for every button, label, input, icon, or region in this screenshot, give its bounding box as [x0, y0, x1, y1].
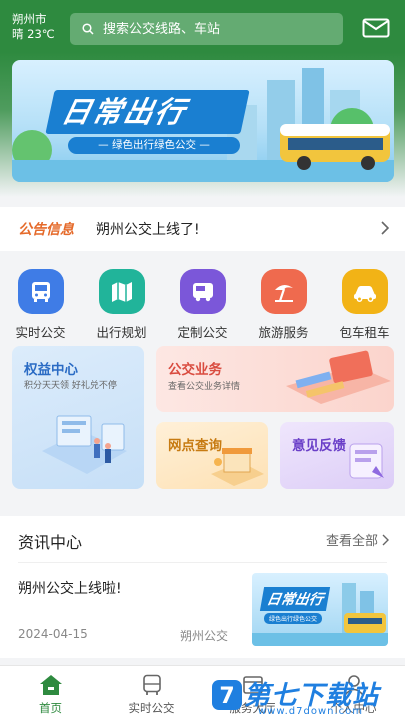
business-illustration	[286, 350, 391, 404]
watermark: 7 第七下载站 www.d7down.com	[210, 676, 400, 720]
notice-tag: 公告信息	[18, 222, 74, 238]
banner-subtitle: — 绿色出行绿色公交 —	[68, 137, 240, 154]
outlet-illustration	[211, 448, 264, 486]
watermark-logo-icon: 7	[212, 680, 242, 710]
promo-banner[interactable]: 日常出行 — 绿色出行绿色公交 —	[12, 60, 394, 182]
quick-item-label: 定制公交	[177, 325, 228, 340]
quick-item-travel[interactable]: 旅游服务	[243, 261, 324, 341]
news-heading: 资讯中心	[18, 533, 83, 552]
bus-icon	[17, 269, 64, 314]
news-title: 朔州公交上线啦!	[18, 581, 122, 597]
notice-text: 朔州公交上线了!	[96, 222, 200, 238]
quick-item-custom-bus[interactable]: 定制公交	[162, 261, 243, 341]
outlet-query-card[interactable]: 网点查询	[156, 422, 268, 489]
quick-item-label: 包车租车	[339, 325, 390, 340]
tab-home[interactable]: 首页	[0, 666, 101, 720]
custom-bus-icon	[179, 269, 226, 314]
quick-item-label: 旅游服务	[258, 325, 309, 340]
quick-item-trip-plan[interactable]: 出行规划	[81, 261, 162, 341]
weather-text: 晴 23℃	[12, 27, 55, 41]
search-input[interactable]	[103, 21, 323, 37]
chevron-right-icon	[382, 534, 389, 545]
mail-icon[interactable]	[362, 18, 390, 38]
notice-bar[interactable]: 公告信息 朔州公交上线了!	[0, 207, 405, 251]
news-section: 资讯中心 查看全部 朔州公交上线啦! 2024-04-15 朔州公交 日常出行 …	[0, 516, 405, 658]
watermark-url: www.d7down.com	[258, 706, 364, 717]
quick-item-realtime-bus[interactable]: 实时公交	[0, 261, 81, 341]
thumbnail-title: 日常出行	[259, 587, 331, 611]
news-date: 2024-04-15	[18, 627, 88, 641]
map-icon	[98, 269, 145, 314]
search-icon	[82, 23, 94, 35]
feedback-card[interactable]: 意见反馈	[280, 422, 394, 489]
view-all-link[interactable]: 查看全部	[326, 530, 389, 549]
quick-menu: 实时公交 出行规划 定制公交 旅游服务 包车租车	[0, 261, 405, 341]
home-icon	[39, 675, 62, 695]
search-bar[interactable]	[70, 13, 343, 45]
city-name: 朔州市	[12, 12, 47, 26]
view-all-label: 查看全部	[325, 534, 378, 549]
bus-business-card[interactable]: 公交业务 查看公交业务详情	[156, 346, 394, 412]
tab-label: 首页	[39, 701, 62, 715]
divider	[18, 562, 387, 563]
svg-text:7: 7	[219, 684, 234, 709]
banner-title: 日常出行	[45, 90, 250, 134]
quick-item-label: 出行规划	[96, 325, 147, 340]
quick-item-label: 实时公交	[15, 325, 66, 340]
news-source: 朔州公交	[180, 629, 229, 643]
car-icon	[341, 269, 388, 314]
chevron-right-icon	[381, 221, 389, 235]
news-thumbnail: 日常出行 绿色出行绿色公交	[252, 573, 388, 646]
tab-label: 实时公交	[128, 701, 175, 715]
feedback-illustration	[349, 443, 384, 479]
thumbnail-subtitle: 绿色出行绿色公交	[264, 613, 323, 624]
quick-item-charter[interactable]: 包车租车	[324, 261, 405, 341]
rights-center-card[interactable]: 权益中心 积分天天领 好礼兑不停	[12, 346, 144, 489]
beach-icon	[260, 269, 307, 314]
rights-illustration	[42, 415, 127, 474]
city-weather[interactable]: 朔州市 晴 23℃	[12, 12, 55, 42]
bus-icon	[142, 674, 161, 695]
tab-realtime-bus[interactable]: 实时公交	[101, 666, 202, 720]
top-header: 朔州市 晴 23℃	[0, 0, 405, 52]
